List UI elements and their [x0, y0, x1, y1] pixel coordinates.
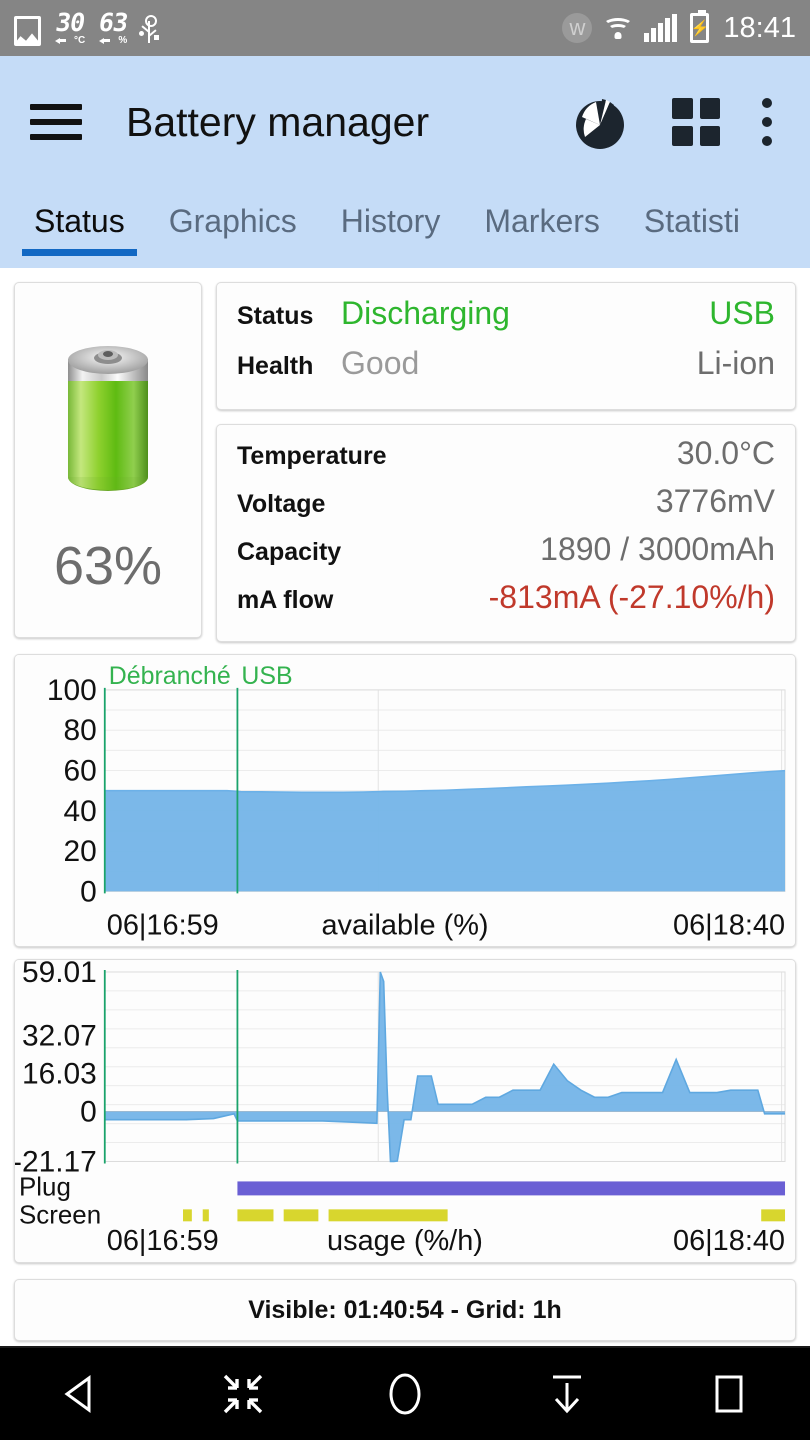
- table-row: Voltage 3776mV: [237, 483, 775, 531]
- battery-level-card: 63%: [14, 282, 202, 638]
- status-battery-level-indicator: 63 %: [99, 10, 127, 46]
- y-axis-tick-label: 80: [64, 714, 97, 747]
- activity-row-label: Screen: [19, 1202, 101, 1230]
- y-axis-tick-label: 20: [64, 835, 97, 868]
- battery-percent-label: 63%: [54, 535, 162, 597]
- gallery-icon: [14, 16, 41, 46]
- app-bar: Battery manager: [0, 56, 810, 188]
- chart-marker-label: USB: [241, 662, 292, 690]
- x-axis-end-label: 06|18:40: [673, 1225, 785, 1257]
- temperature-value: 30.0°C: [677, 435, 775, 472]
- y-axis-tick-label: 0: [80, 875, 97, 908]
- battery-status-card: Status Discharging USB Health Good Li-io…: [216, 282, 796, 410]
- usage-chart-wrapper: -21.17016.0332.0759.0106|16:59usage (%/h…: [14, 959, 796, 1263]
- temperature-label: Temperature: [237, 442, 387, 471]
- table-row: mA flow -813mA (-27.10%/h): [237, 579, 775, 627]
- x-axis-end-label: 06|18:40: [673, 909, 785, 941]
- y-axis-tick-label: 0: [80, 1096, 97, 1129]
- shrink-button[interactable]: [195, 1347, 291, 1441]
- wifi-icon: [603, 16, 633, 40]
- activity-segment: [183, 1210, 192, 1222]
- tab-history[interactable]: History: [319, 188, 463, 240]
- more-vertical-icon[interactable]: [762, 98, 772, 146]
- tab-bar: Status Graphics History Markers Statisti: [0, 188, 810, 268]
- system-navigation-bar: [0, 1346, 810, 1440]
- tab-graphics[interactable]: Graphics: [147, 188, 319, 240]
- bluetooth-icon: w: [562, 13, 592, 43]
- ma-flow-label: mA flow: [237, 586, 333, 615]
- status-temperature-value: 30: [54, 10, 86, 35]
- signal-icon: [644, 14, 677, 42]
- y-axis-tick-label: 59.01: [22, 960, 97, 989]
- table-row: Capacity 1890 / 3000mAh: [237, 531, 775, 579]
- status-battery-level-value: 63: [97, 10, 129, 35]
- battery-charging-icon: ⚡: [690, 13, 709, 43]
- home-button[interactable]: [357, 1347, 453, 1441]
- tab-statistics[interactable]: Statisti: [622, 188, 762, 240]
- available-chart-wrapper: 0 20 40 60 80 100 Débranché USB 06|16:59 availabl…: [14, 654, 796, 947]
- tab-markers[interactable]: Markers: [462, 188, 622, 240]
- activity-segment: [203, 1210, 209, 1222]
- back-button[interactable]: [33, 1347, 129, 1441]
- chart-marker-label: Débranché: [109, 662, 231, 690]
- status-value: Discharging: [341, 295, 709, 332]
- y-axis-tick-label: 32.07: [22, 1020, 97, 1053]
- status-clock: 18:41: [723, 12, 796, 45]
- available-percent-chart[interactable]: 0 20 40 60 80 100 Débranché USB 06|16:59 availabl…: [14, 654, 796, 947]
- status-tab-content: 63% Status Discharging USB Health Good L…: [0, 268, 810, 1341]
- usb-icon: [141, 15, 157, 46]
- health-value: Good: [341, 345, 697, 382]
- activity-row-label: Plug: [19, 1174, 71, 1202]
- battery-technology-value: Li-ion: [697, 345, 775, 382]
- table-row: Temperature 30.0°C: [237, 435, 775, 483]
- activity-segment: [761, 1210, 785, 1222]
- notification-pulldown-button[interactable]: [519, 1347, 615, 1441]
- usage-chart-svg[interactable]: -21.17016.0332.0759.0106|16:59usage (%/h…: [15, 960, 795, 1262]
- pie-chart-icon[interactable]: [572, 93, 630, 151]
- visible-range-label: Visible: 01:40:54 - Grid: 1h: [248, 1296, 562, 1325]
- activity-segment: [237, 1182, 785, 1196]
- tab-status[interactable]: Status: [12, 188, 147, 240]
- y-axis-tick-label: 40: [64, 795, 97, 828]
- visible-range-bar[interactable]: Visible: 01:40:54 - Grid: 1h: [14, 1279, 796, 1341]
- status-row: Status Discharging USB: [237, 295, 775, 345]
- capacity-value: 1890 / 3000mAh: [540, 531, 775, 568]
- usage-per-hour-chart[interactable]: -21.17016.0332.0759.0106|16:59usage (%/h…: [14, 959, 796, 1263]
- activity-segment: [284, 1210, 319, 1222]
- chart-title: available (%): [321, 909, 488, 941]
- status-label: Status: [237, 302, 341, 331]
- power-source-value: USB: [709, 295, 775, 332]
- y-axis-tick-label: 16.03: [22, 1058, 97, 1091]
- activity-segment: [237, 1210, 273, 1222]
- x-axis-start-label: 06|16:59: [107, 909, 219, 941]
- voltage-label: Voltage: [237, 490, 325, 519]
- available-chart-svg[interactable]: 0 20 40 60 80 100 Débranché USB 06|16:59 availabl…: [15, 655, 795, 946]
- ma-flow-value: -813mA (-27.10%/h): [489, 579, 775, 616]
- y-axis-tick-label: 60: [64, 754, 97, 787]
- activity-segment: [329, 1210, 448, 1222]
- capacity-label: Capacity: [237, 538, 341, 567]
- chart-title: usage (%/h): [327, 1225, 483, 1257]
- health-label: Health: [237, 352, 341, 381]
- grid-view-icon[interactable]: [672, 98, 720, 146]
- voltage-value: 3776mV: [656, 483, 775, 520]
- battery-cell-icon: [54, 329, 162, 501]
- y-axis-tick-label: 100: [47, 674, 97, 707]
- system-status-bar: 30 °C 63 % w ⚡ 18:41: [0, 0, 810, 56]
- health-row: Health Good Li-ion: [237, 345, 775, 395]
- hamburger-menu-icon[interactable]: [30, 104, 82, 140]
- page-title: Battery manager: [126, 99, 572, 146]
- battery-detail-card: Temperature 30.0°C Voltage 3776mV Capaci…: [216, 424, 796, 642]
- plug-icon: [99, 37, 110, 45]
- plug-icon: [55, 37, 66, 45]
- status-temperature-indicator: 30 °C: [55, 10, 85, 46]
- recents-button[interactable]: [681, 1347, 777, 1441]
- x-axis-start-label: 06|16:59: [107, 1225, 219, 1257]
